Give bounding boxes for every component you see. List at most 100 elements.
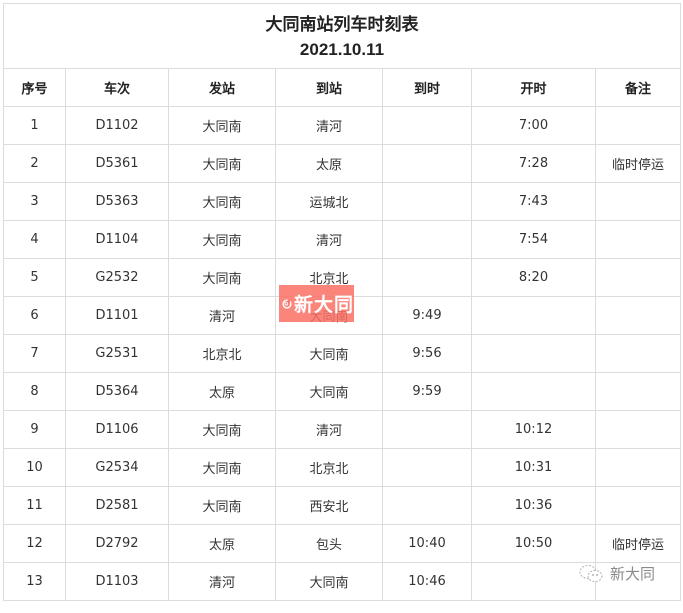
cell-depart: 10:31 xyxy=(471,448,596,487)
header-row: 序号 车次 发站 到站 到时 开时 备注 xyxy=(3,68,681,107)
cell-note xyxy=(595,372,681,411)
table-row: 2 D5361 大同南 太原 7:28 临时停运 xyxy=(3,144,681,183)
cell-arrive xyxy=(382,486,472,525)
cell-to: 西安北 xyxy=(275,486,383,525)
cell-arrive xyxy=(382,258,472,297)
wechat-watermark-text: 新大同 xyxy=(610,565,656,583)
cell-no: 4 xyxy=(3,220,66,259)
cell-depart xyxy=(471,296,596,335)
logo-watermark-text: 新大同 xyxy=(293,294,354,316)
cell-to: 大同南 xyxy=(275,372,383,411)
cell-to: 包头 xyxy=(275,524,383,563)
cell-note xyxy=(595,296,681,335)
cell-arrive xyxy=(382,182,472,221)
cell-train: D5361 xyxy=(65,144,169,183)
cell-train: G2534 xyxy=(65,448,169,487)
title-row: 大同南站列车时刻表 2021.10.11 xyxy=(3,3,681,69)
header-note: 备注 xyxy=(595,68,681,107)
cell-train: D5363 xyxy=(65,182,169,221)
table-row: 4 D1104 大同南 清河 7:54 xyxy=(3,220,681,259)
cell-from: 大同南 xyxy=(168,258,276,297)
cell-train: G2532 xyxy=(65,258,169,297)
cell-to: 大同南 xyxy=(275,334,383,373)
cell-note xyxy=(595,410,681,449)
header-depart: 开时 xyxy=(471,68,596,107)
header-arrive: 到时 xyxy=(382,68,472,107)
cell-depart xyxy=(471,372,596,411)
table-row: 12 D2792 太原 包头 10:40 10:50 临时停运 xyxy=(3,524,681,563)
cell-depart: 8:20 xyxy=(471,258,596,297)
cell-from: 太原 xyxy=(168,372,276,411)
cell-to: 运城北 xyxy=(275,182,383,221)
cell-depart xyxy=(471,334,596,373)
cell-no: 12 xyxy=(3,524,66,563)
xindatong-logo-watermark: 新大同 xyxy=(279,285,354,322)
table-row: 11 D2581 大同南 西安北 10:36 xyxy=(3,486,681,525)
cell-no: 13 xyxy=(3,562,66,601)
cell-no: 7 xyxy=(3,334,66,373)
cell-arrive: 9:49 xyxy=(382,296,472,335)
cell-depart: 7:54 xyxy=(471,220,596,259)
cell-no: 11 xyxy=(3,486,66,525)
cell-from: 太原 xyxy=(168,524,276,563)
cell-train: D1102 xyxy=(65,106,169,145)
timetable-body: 1 D1102 大同南 清河 7:00 2 D5361 大同南 太原 7:28 临时停运 3 D5363… xyxy=(3,106,681,601)
cell-note xyxy=(595,258,681,297)
cell-arrive: 10:46 xyxy=(382,562,472,601)
xindatong-logo-icon xyxy=(282,298,292,309)
cell-from: 清河 xyxy=(168,562,276,601)
header-to: 到站 xyxy=(275,68,383,107)
header-no: 序号 xyxy=(3,68,66,107)
table-row: 8 D5364 太原 大同南 9:59 xyxy=(3,372,681,411)
cell-to: 太原 xyxy=(275,144,383,183)
cell-from: 北京北 xyxy=(168,334,276,373)
cell-from: 大同南 xyxy=(168,220,276,259)
cell-no: 10 xyxy=(3,448,66,487)
cell-to: 北京北 xyxy=(275,448,383,487)
wechat-watermark: 新大同 xyxy=(578,563,655,584)
cell-depart xyxy=(471,562,596,601)
cell-from: 大同南 xyxy=(168,486,276,525)
cell-to: 清河 xyxy=(275,106,383,145)
cell-note xyxy=(595,182,681,221)
cell-no: 6 xyxy=(3,296,66,335)
header-train: 车次 xyxy=(65,68,169,107)
cell-note xyxy=(595,220,681,259)
cell-to: 清河 xyxy=(275,220,383,259)
cell-from: 大同南 xyxy=(168,144,276,183)
table-row: 3 D5363 大同南 运城北 7:43 xyxy=(3,182,681,221)
cell-note xyxy=(595,486,681,525)
cell-no: 2 xyxy=(3,144,66,183)
cell-no: 9 xyxy=(3,410,66,449)
table-row: 7 G2531 北京北 大同南 9:56 xyxy=(3,334,681,373)
cell-depart: 10:36 xyxy=(471,486,596,525)
cell-train: D1106 xyxy=(65,410,169,449)
cell-note xyxy=(595,106,681,145)
cell-from: 清河 xyxy=(168,296,276,335)
cell-note: 临时停运 xyxy=(595,524,681,563)
cell-train: D1104 xyxy=(65,220,169,259)
cell-depart: 10:50 xyxy=(471,524,596,563)
cell-train: D5364 xyxy=(65,372,169,411)
cell-depart: 7:28 xyxy=(471,144,596,183)
title-cell: 大同南站列车时刻表 2021.10.11 xyxy=(3,3,681,69)
cell-arrive xyxy=(382,144,472,183)
wechat-icon xyxy=(579,564,603,582)
cell-no: 8 xyxy=(3,372,66,411)
header-from: 发站 xyxy=(168,68,276,107)
cell-no: 1 xyxy=(3,106,66,145)
cell-from: 大同南 xyxy=(168,106,276,145)
cell-arrive xyxy=(382,410,472,449)
cell-from: 大同南 xyxy=(168,182,276,221)
cell-train: D1103 xyxy=(65,562,169,601)
cell-no: 3 xyxy=(3,182,66,221)
cell-note: 临时停运 xyxy=(595,144,681,183)
cell-depart: 10:12 xyxy=(471,410,596,449)
cell-from: 大同南 xyxy=(168,448,276,487)
table-row: 1 D1102 大同南 清河 7:00 xyxy=(3,106,681,145)
cell-depart: 7:43 xyxy=(471,182,596,221)
cell-arrive: 10:40 xyxy=(382,524,472,563)
cell-from: 大同南 xyxy=(168,410,276,449)
cell-depart: 7:00 xyxy=(471,106,596,145)
document-title: 大同南站列车时刻表 xyxy=(265,15,419,35)
